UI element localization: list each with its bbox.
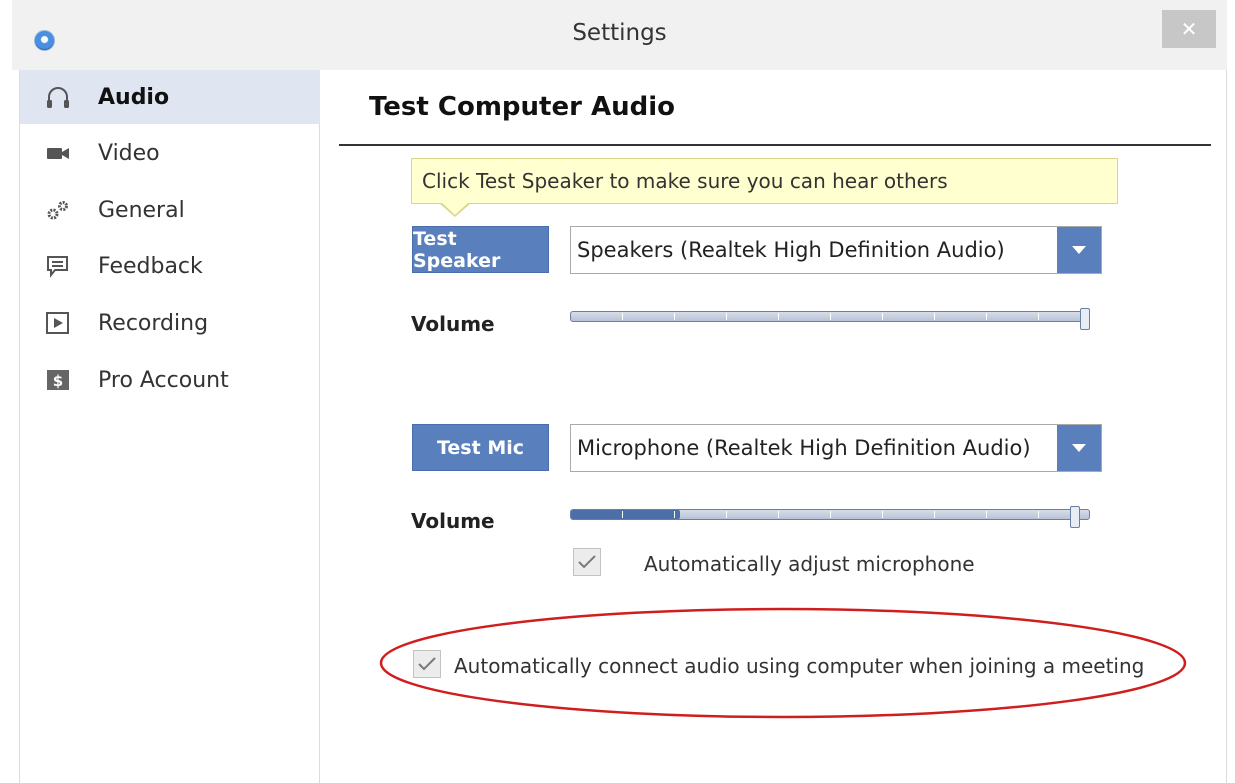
- sidebar-item-video[interactable]: Video: [20, 126, 320, 180]
- chevron-down-icon[interactable]: [1057, 425, 1101, 471]
- auto-connect-label: Automatically connect audio using comput…: [454, 654, 1145, 678]
- mic-volume-slider[interactable]: [570, 506, 1100, 528]
- slider-tick: [778, 313, 779, 320]
- slider-tick: [674, 511, 675, 518]
- slider-tick: [674, 313, 675, 320]
- slider-tick: [622, 511, 623, 518]
- tooltip-tail-fill: [441, 202, 469, 215]
- slider-tick: [882, 511, 883, 518]
- slider-tick: [1038, 511, 1039, 518]
- check-icon: [578, 555, 596, 569]
- title-divider: [339, 144, 1211, 146]
- sidebar-item-label: Pro Account: [98, 367, 229, 393]
- speaker-volume-label: Volume: [411, 312, 495, 336]
- check-icon: [418, 657, 436, 671]
- dollar-card-icon: $: [44, 366, 72, 394]
- slider-tick: [934, 313, 935, 320]
- sidebar-item-label: Audio: [98, 84, 170, 110]
- mic-input-level-fill: [571, 510, 680, 519]
- auto-adjust-label: Automatically adjust microphone: [644, 552, 975, 576]
- window-border-right: [1226, 70, 1227, 783]
- slider-tick: [986, 511, 987, 518]
- main-panel: Test Computer Audio Click Test Speaker t…: [321, 70, 1226, 783]
- speaker-device-value: Speakers (Realtek High Definition Audio): [577, 238, 1005, 262]
- sidebar-item-general[interactable]: General: [20, 183, 320, 237]
- slider-thumb[interactable]: [1080, 308, 1090, 330]
- slider-tick: [622, 313, 623, 320]
- svg-text:$: $: [53, 372, 63, 390]
- close-button[interactable]: ✕: [1162, 10, 1216, 48]
- play-box-icon: [44, 309, 72, 337]
- mic-device-select[interactable]: Microphone (Realtek High Definition Audi…: [570, 424, 1102, 472]
- sidebar: Audio Video General Feedback Recording $…: [20, 70, 320, 783]
- sidebar-item-pro-account[interactable]: $ Pro Account: [20, 353, 320, 407]
- auto-adjust-checkbox[interactable]: [573, 548, 601, 576]
- headphones-icon: [44, 83, 72, 111]
- slider-tick: [882, 313, 883, 320]
- speaker-volume-slider[interactable]: [570, 308, 1100, 330]
- slider-tick: [830, 511, 831, 518]
- sidebar-item-label: General: [98, 197, 185, 223]
- mic-device-value: Microphone (Realtek High Definition Audi…: [577, 436, 1031, 460]
- slider-tick: [986, 313, 987, 320]
- sidebar-item-audio[interactable]: Audio: [20, 70, 320, 124]
- slider-thumb[interactable]: [1070, 506, 1080, 528]
- gears-icon: [44, 196, 72, 224]
- speech-bubble-icon: [44, 252, 72, 280]
- video-camera-icon: [44, 139, 72, 167]
- sidebar-item-label: Recording: [98, 310, 209, 336]
- slider-tick: [830, 313, 831, 320]
- window-title: Settings: [572, 20, 667, 46]
- slider-tick: [1038, 313, 1039, 320]
- sidebar-item-feedback[interactable]: Feedback: [20, 239, 320, 293]
- sidebar-item-label: Feedback: [98, 253, 203, 279]
- test-mic-button[interactable]: Test Mic: [412, 424, 549, 471]
- chevron-down-icon[interactable]: [1057, 227, 1101, 273]
- test-speaker-button[interactable]: Test Speaker: [412, 226, 549, 273]
- page-title: Test Computer Audio: [369, 92, 675, 122]
- slider-tick: [934, 511, 935, 518]
- speaker-tooltip: Click Test Speaker to make sure you can …: [411, 158, 1118, 204]
- slider-tick: [778, 511, 779, 518]
- slider-tick: [726, 511, 727, 518]
- sidebar-item-label: Video: [98, 140, 160, 166]
- mic-volume-label: Volume: [411, 509, 495, 533]
- speaker-device-select[interactable]: Speakers (Realtek High Definition Audio): [570, 226, 1102, 274]
- auto-connect-checkbox[interactable]: [413, 650, 441, 678]
- title-bar: Settings ✕: [12, 0, 1227, 70]
- slider-tick: [726, 313, 727, 320]
- sidebar-item-recording[interactable]: Recording: [20, 296, 320, 350]
